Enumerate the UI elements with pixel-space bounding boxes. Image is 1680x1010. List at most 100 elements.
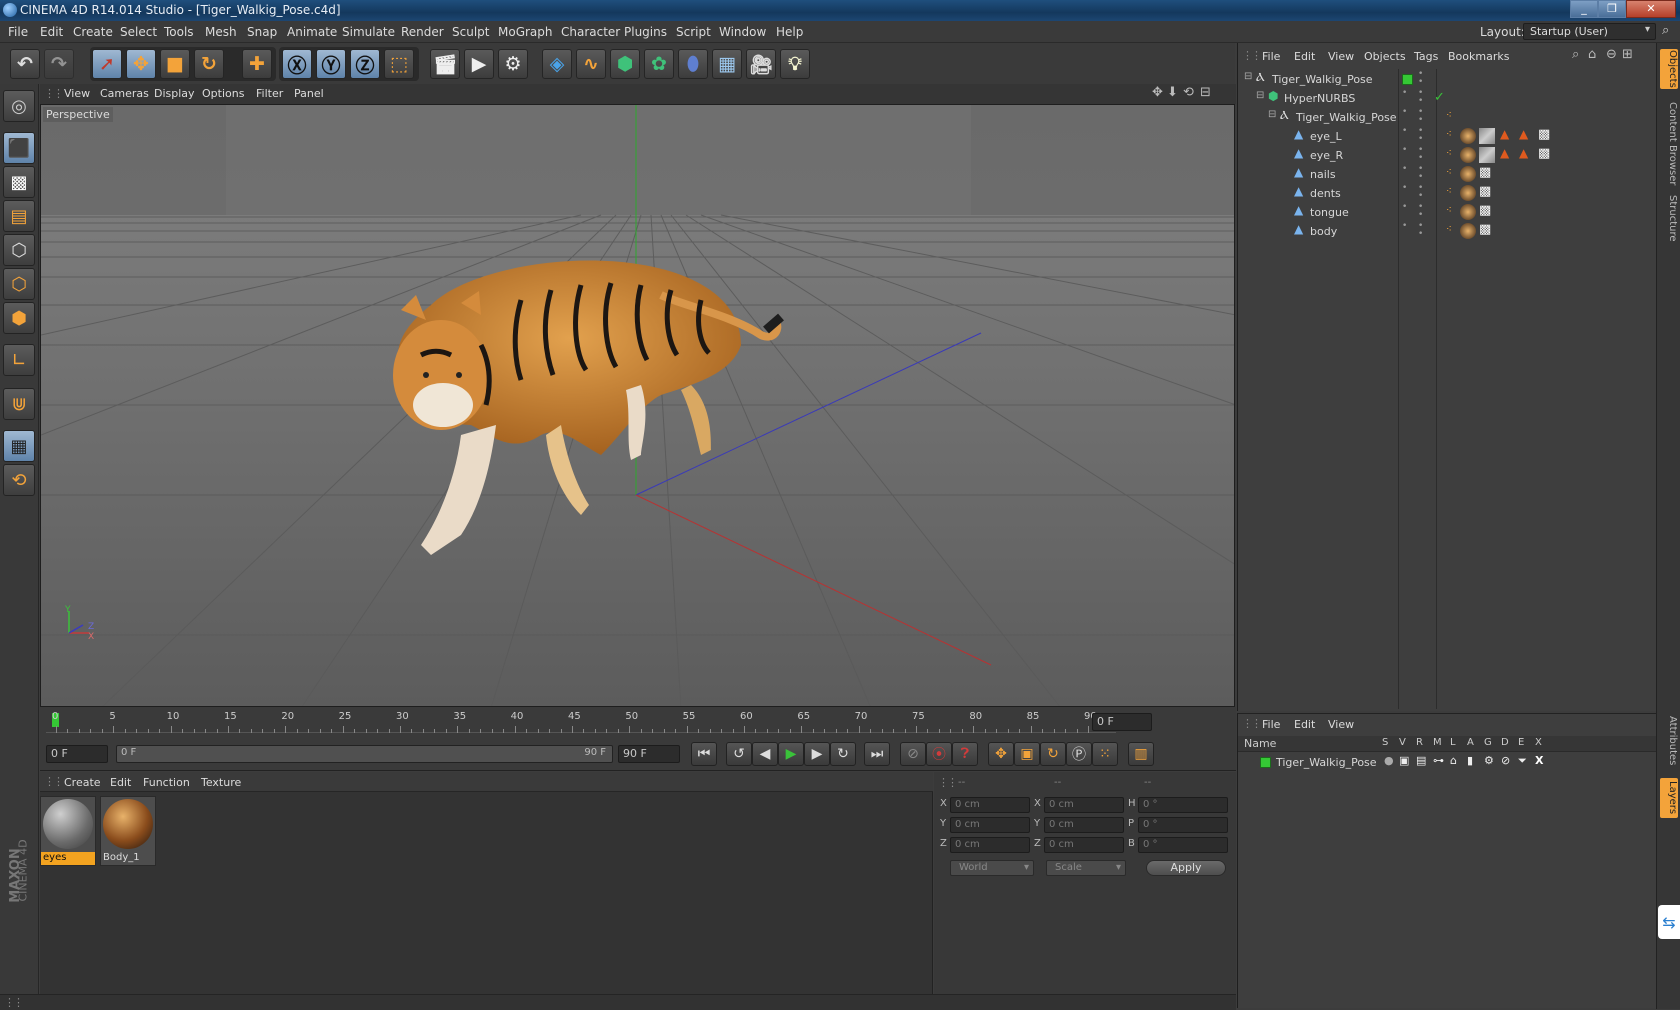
selection-tag-icon[interactable]: ▲ <box>1500 146 1509 160</box>
object-row[interactable]: ▲ tongue • • • ⁖ ▩ <box>1238 203 1657 222</box>
object-row[interactable]: ▲ eye_L • • • ⁖ ▲ ▲ ▩ <box>1238 127 1657 146</box>
layer-col-s[interactable]: S <box>1382 737 1388 748</box>
x-axis-toggle[interactable]: Ⓧ <box>282 49 312 79</box>
phong-tag-icon[interactable]: ⁖ <box>1446 205 1452 216</box>
dolly-view-icon[interactable]: ⬇ <box>1167 85 1178 100</box>
frame-range-slider[interactable]: 0 F 90 F <box>116 745 613 763</box>
material-menu-edit[interactable]: Edit <box>110 776 131 789</box>
position-y-field[interactable]: 0 cm <box>950 817 1030 833</box>
record-keys-button[interactable]: ⊘ <box>900 742 926 766</box>
object-menu-bookmarks[interactable]: Bookmarks <box>1448 50 1509 63</box>
layer-menu-file[interactable]: File <box>1262 718 1280 731</box>
menu-plugins[interactable]: Plugins <box>624 25 667 39</box>
visibility-dots[interactable]: • • <box>1418 165 1423 182</box>
viewport-menu-cameras[interactable]: Cameras <box>100 87 149 100</box>
go-to-start-button[interactable]: ⏮ <box>691 742 717 766</box>
texture-tag-tiger-icon[interactable] <box>1460 185 1476 201</box>
add-scene-button[interactable]: ▦ <box>712 49 742 79</box>
menu-simulate[interactable]: Simulate <box>342 25 395 39</box>
tab-structure[interactable]: Structure <box>1660 193 1678 243</box>
object-row[interactable]: ▲ body • • • ⁖ ▩ <box>1238 222 1657 241</box>
generators-toggle-icon[interactable]: ⚙ <box>1484 754 1494 767</box>
object-row[interactable]: ▲ nails • • • ⁖ ▩ <box>1238 165 1657 184</box>
xref-toggle-icon[interactable]: X <box>1535 754 1543 767</box>
object-menu-view[interactable]: View <box>1328 50 1354 63</box>
texture-tag-tiger-icon[interactable] <box>1460 166 1476 182</box>
viewport-menu-display[interactable]: Display <box>154 87 195 100</box>
key-parameter-toggle[interactable]: Ⓟ <box>1066 742 1092 766</box>
uvw-tag-checker-icon[interactable]: ▩ <box>1479 222 1491 237</box>
timeline-window-button[interactable]: ▥ <box>1128 742 1154 766</box>
restore-button[interactable]: ❐ <box>1598 0 1626 18</box>
menu-sculpt[interactable]: Sculpt <box>452 25 489 39</box>
animation-toggle-icon[interactable]: ▮ <box>1467 754 1473 767</box>
collapse-icon[interactable]: ⊟ <box>1244 71 1252 82</box>
phong-tag-icon[interactable]: ⁖ <box>1446 167 1452 178</box>
render-view-button[interactable]: 🎬︎ <box>430 49 460 79</box>
y-axis-toggle[interactable]: Ⓨ <box>316 49 346 79</box>
rotate-view-icon[interactable]: ⟲ <box>1183 85 1194 100</box>
texture-tag-tiger-icon[interactable] <box>1460 204 1476 220</box>
visibility-dots[interactable]: • • <box>1418 89 1423 106</box>
selection-tag-icon[interactable]: ▲ <box>1519 127 1528 141</box>
size-y-field[interactable]: 0 cm <box>1044 817 1124 833</box>
rotation-h-field[interactable]: 0 ° <box>1138 797 1228 813</box>
uvw-tag-checker-icon[interactable]: ▩ <box>1538 127 1550 142</box>
redo-button[interactable]: ↷ <box>44 49 74 79</box>
render-picture-viewer-button[interactable]: ▶ <box>464 49 494 79</box>
apply-button[interactable]: Apply <box>1146 860 1226 876</box>
layer-color-swatch[interactable] <box>1402 74 1413 85</box>
planar-workplane-button[interactable]: ⟲ <box>3 464 35 496</box>
position-z-field[interactable]: 0 cm <box>950 837 1030 853</box>
previous-key-button[interactable]: ↺ <box>726 742 752 766</box>
enabled-check-icon[interactable]: ✓ <box>1434 90 1445 105</box>
menu-help[interactable]: Help <box>776 25 803 39</box>
texture-tag-tiger-icon[interactable] <box>1460 128 1476 144</box>
visibility-dots[interactable]: • • <box>1418 203 1423 220</box>
filter-icon[interactable]: ⊖ <box>1606 47 1617 62</box>
next-key-button[interactable]: ↻ <box>830 742 856 766</box>
viewport-menu-panel[interactable]: Panel <box>294 87 324 100</box>
selection-tag-icon[interactable]: ▲ <box>1500 127 1509 141</box>
key-pla-toggle[interactable]: ⁙ <box>1092 742 1118 766</box>
size-z-field[interactable]: 0 cm <box>1044 837 1124 853</box>
undo-button[interactable]: ↶ <box>10 49 40 79</box>
menu-window[interactable]: Window <box>719 25 766 39</box>
menu-script[interactable]: Script <box>676 25 711 39</box>
next-frame-button[interactable]: ▶ <box>804 742 830 766</box>
texture-tag-eyes-icon[interactable] <box>1479 147 1495 163</box>
editor-visibility-dot[interactable]: • <box>1402 203 1407 212</box>
layer-col-d[interactable]: D <box>1501 737 1509 748</box>
rotation-b-field[interactable]: 0 ° <box>1138 837 1228 853</box>
visibility-dots[interactable]: • • <box>1418 70 1423 87</box>
key-scale-toggle[interactable]: ▣ <box>1014 742 1040 766</box>
menu-render[interactable]: Render <box>401 25 444 39</box>
add-light-button[interactable]: 💡︎ <box>780 49 810 79</box>
layer-col-m[interactable]: M <box>1433 737 1442 748</box>
home-icon[interactable]: ⌂ <box>1588 47 1596 62</box>
menu-create[interactable]: Create <box>73 25 113 39</box>
editor-visibility-dot[interactable]: • <box>1402 108 1407 117</box>
material-swatch-eyes[interactable]: eyes <box>40 796 96 866</box>
layer-col-v[interactable]: V <box>1399 737 1406 748</box>
phong-tag-icon[interactable]: ⁖ <box>1446 186 1452 197</box>
menu-snap[interactable]: Snap <box>247 25 277 39</box>
points-mode-button[interactable]: ⬡ <box>3 234 35 266</box>
viewport-menu-view[interactable]: View <box>64 87 90 100</box>
manager-toggle-icon[interactable]: ⊶ <box>1433 754 1444 767</box>
texture-tag-eyes-icon[interactable] <box>1479 128 1495 144</box>
key-help-button[interactable]: ❓︎ <box>952 742 978 766</box>
texture-tag-tiger-icon[interactable] <box>1460 147 1476 163</box>
object-row[interactable]: ▲ eye_R • • • ⁖ ▲ ▲ ▩ <box>1238 146 1657 165</box>
minimize-button[interactable]: _ <box>1570 0 1598 18</box>
editor-visibility-dot[interactable]: • <box>1402 184 1407 193</box>
object-menu-tags[interactable]: Tags <box>1414 50 1438 63</box>
add-cube-button[interactable]: ◈ <box>542 49 572 79</box>
editor-visibility-dot[interactable]: • <box>1402 146 1407 155</box>
viewport-menu-options[interactable]: Options <box>202 87 244 100</box>
autokey-button[interactable]: ⦿ <box>926 742 952 766</box>
object-menu-file[interactable]: File <box>1262 50 1280 63</box>
uvw-tag-checker-icon[interactable]: ▩ <box>1479 184 1491 199</box>
menu-tools[interactable]: Tools <box>164 25 194 39</box>
layer-col-a[interactable]: A <box>1467 737 1474 748</box>
